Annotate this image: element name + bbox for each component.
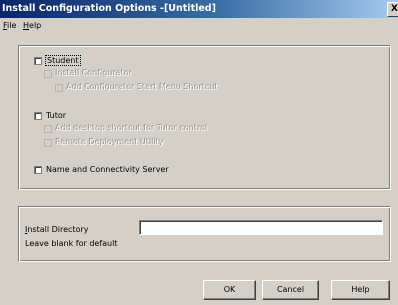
tutor-checkbox-box[interactable] (34, 112, 42, 120)
name-server-checkbox-box[interactable] (34, 166, 42, 174)
ok-button[interactable]: OK (203, 280, 256, 300)
cancel-button[interactable]: Cancel (262, 280, 319, 300)
install-configurator-label: Install Configurator (56, 69, 133, 78)
student-label: Student (45, 55, 81, 66)
add-desktop-shortcut-box[interactable] (44, 125, 52, 133)
help-button[interactable]: Help (331, 280, 390, 300)
menu-help[interactable]: Help (23, 21, 41, 30)
add-start-menu-shortcut-box[interactable] (55, 84, 63, 92)
menu-file[interactable]: File (3, 21, 16, 30)
remote-deployment-box[interactable] (44, 139, 52, 147)
close-button[interactable]: X (387, 2, 398, 17)
title-bar: Install Configuration Options -[Untitled… (0, 0, 398, 18)
window-title: Install Configuration Options -[Untitled… (2, 3, 216, 14)
install-directory-input[interactable] (139, 220, 383, 235)
name-server-label: Name and Connectivity Server (46, 165, 169, 174)
menu-bar: File Help (0, 18, 398, 32)
student-checkbox-box[interactable] (34, 57, 42, 65)
install-directory-label-text: nstall Directory (27, 225, 89, 234)
install-directory-hint: Leave blank for default (25, 239, 118, 248)
install-configurator-box[interactable] (44, 70, 52, 78)
add-start-menu-shortcut-label: Add Configurator Start Menu Shortcut (67, 83, 219, 92)
menu-help-label: elp (29, 21, 42, 30)
menu-file-label: ile (7, 21, 17, 30)
add-desktop-shortcut-label: Add desktop shortcut for Tutor control (56, 124, 209, 133)
remote-deployment-label: Remote Deployment Utility (56, 138, 165, 147)
tutor-label: Tutor (46, 111, 67, 120)
install-directory-label: Install Directory (25, 225, 89, 234)
